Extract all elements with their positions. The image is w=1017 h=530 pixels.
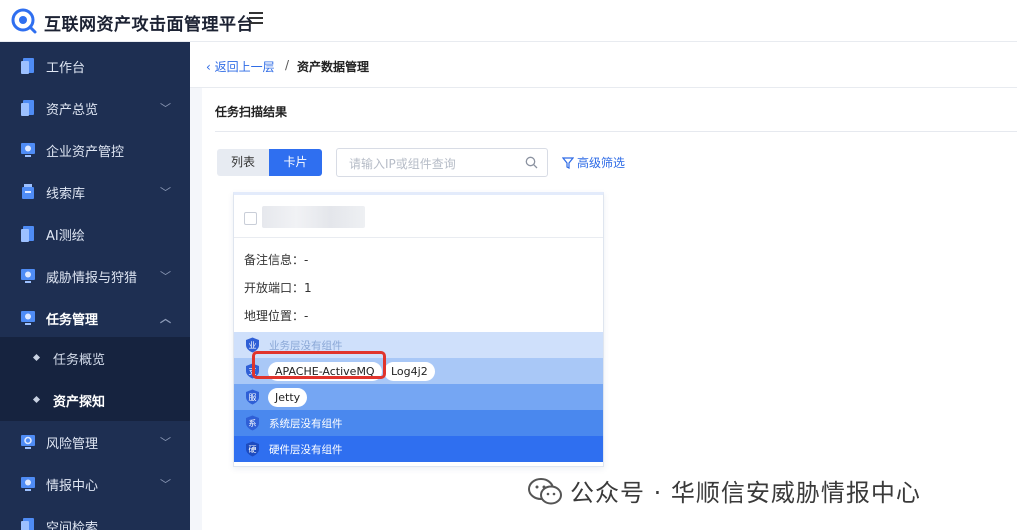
sidebar-item-label: 风险管理	[46, 437, 99, 452]
blurred-ip-address	[262, 206, 365, 228]
sidebar-item-asset-overview[interactable]: 资产总览 ﹀	[0, 87, 190, 129]
remark-row: 备注信息：-	[244, 251, 308, 268]
open-ports-value: 1	[304, 281, 312, 295]
geo-location-row: 地理位置：-	[244, 307, 308, 324]
layer-service: 服 Jetty	[234, 384, 603, 410]
sidebar-item-label: 空间检索	[46, 521, 99, 530]
filter-icon	[561, 157, 575, 169]
view-list-button[interactable]: 列表	[217, 149, 269, 176]
card-checkbox[interactable]	[244, 212, 257, 225]
back-link-label: 返回上一层	[214, 60, 275, 74]
divider	[215, 131, 1017, 132]
search-icon[interactable]	[525, 156, 538, 169]
sidebar-item-enterprise-assets[interactable]: 企业资产管控	[0, 129, 190, 171]
document-icon	[21, 58, 34, 74]
layer-text: 硬件层没有组件	[269, 444, 343, 456]
remark-label: 备注信息：	[244, 253, 305, 267]
document-icon	[21, 100, 34, 116]
sidebar-subitem-label: 资产探知	[53, 395, 106, 410]
top-bar: 互联网资产攻击面管理平台	[0, 0, 1017, 42]
chevron-down-icon: ﹀	[160, 102, 171, 115]
highlight-box	[252, 351, 386, 379]
component-chip[interactable]: Jetty	[268, 388, 308, 407]
sidebar-item-workbench[interactable]: 工作台	[0, 45, 190, 87]
watermark-text: 公众号 · 华顺信安威胁情报中心	[570, 479, 921, 507]
sidebar-item-label: 任务管理	[46, 313, 99, 328]
chevron-down-icon: ﹀	[160, 436, 171, 449]
sidebar: 工作台 资产总览 ﹀ 企业资产管控 线索库 ﹀ AI测绘 威胁情报与狩猎 ﹀ 任…	[0, 42, 190, 530]
monitor-icon	[21, 269, 35, 283]
monitor-icon	[21, 311, 35, 325]
open-ports-row: 开放端口：1	[244, 279, 312, 296]
document-icon	[21, 226, 34, 242]
search-field	[336, 148, 548, 177]
sidebar-subitem-asset-discovery[interactable]: 资产探知	[0, 379, 190, 421]
geo-location-label: 地理位置：	[244, 309, 305, 323]
chevron-down-icon: ﹀	[160, 270, 171, 283]
back-link[interactable]: ‹ 返回上一层	[206, 58, 275, 75]
monitor-icon	[21, 477, 35, 491]
component-chip[interactable]: Log4j2	[384, 362, 435, 381]
shield-icon: 服	[246, 389, 259, 405]
sidebar-subitem-label: 任务概览	[53, 353, 106, 368]
layer-system: 系 系统层没有组件	[234, 410, 603, 436]
sidebar-item-space-search[interactable]: 空间检索	[0, 505, 190, 530]
layer-text: 系统层没有组件	[269, 418, 343, 430]
layer-badge: 硬	[249, 445, 257, 454]
layer-badge: 服	[249, 393, 257, 402]
layer-hardware: 硬 硬件层没有组件	[234, 436, 603, 462]
wechat-icon	[528, 478, 562, 505]
panel-title: 任务扫描结果	[215, 105, 288, 119]
sidebar-subitem-task-overview[interactable]: 任务概览	[0, 337, 190, 379]
app-logo-icon	[11, 8, 37, 34]
sidebar-item-risk-management[interactable]: 风险管理 ﹀	[0, 421, 190, 463]
watermark: 公众号 · 华顺信安威胁情报中心	[528, 473, 921, 508]
sidebar-item-task-management[interactable]: 任务管理 ︿	[0, 297, 190, 339]
results-panel: 任务扫描结果 列表 卡片 高级筛选 备注信息：- 开放端口：1 地理位置：- 业…	[202, 88, 1017, 530]
geo-location-value: -	[304, 309, 309, 323]
view-card-button[interactable]: 卡片	[269, 149, 322, 176]
monitor-icon	[21, 143, 35, 157]
sidebar-item-intel-center[interactable]: 情报中心 ﹀	[0, 463, 190, 505]
sidebar-item-label: 线索库	[46, 187, 86, 202]
app-title: 互联网资产攻击面管理平台	[44, 15, 254, 35]
sidebar-item-ai-mapping[interactable]: AI测绘	[0, 213, 190, 255]
chevron-up-icon: ︿	[160, 312, 171, 325]
asset-card: 备注信息：- 开放端口：1 地理位置：- 业 业务层没有组件 支 APACHE-…	[233, 192, 604, 467]
shield-icon: 系	[246, 415, 259, 431]
sidebar-item-label: 企业资产管控	[46, 145, 125, 160]
breadcrumb-current: 资产数据管理	[297, 60, 370, 74]
breadcrumb-separator: /	[285, 58, 290, 72]
layer-badge: 系	[249, 418, 257, 428]
search-input[interactable]	[347, 154, 521, 174]
sidebar-item-label: 情报中心	[46, 479, 99, 494]
bullet-icon	[32, 395, 41, 404]
advanced-filter-label: 高级筛选	[577, 156, 626, 170]
menu-toggle-icon[interactable]	[249, 12, 263, 26]
stack-icon	[22, 184, 34, 199]
chevron-down-icon: ﹀	[160, 478, 171, 491]
sidebar-item-clue-library[interactable]: 线索库 ﹀	[0, 171, 190, 213]
remark-value: -	[304, 253, 309, 267]
sidebar-item-label: 资产总览	[46, 103, 99, 118]
breadcrumb: ‹ 返回上一层 / 资产数据管理	[190, 42, 1017, 88]
task-submenu: 任务概览 资产探知	[0, 337, 190, 421]
open-ports-label: 开放端口：	[244, 281, 305, 295]
sidebar-item-label: 工作台	[46, 61, 86, 76]
chevron-down-icon: ﹀	[160, 186, 171, 199]
sidebar-item-threat-intel[interactable]: 威胁情报与狩猎 ﹀	[0, 255, 190, 297]
sidebar-item-label: AI测绘	[46, 229, 85, 244]
divider	[234, 237, 603, 238]
bullet-icon	[32, 353, 41, 362]
document-icon	[21, 518, 34, 530]
sidebar-item-label: 威胁情报与狩猎	[46, 271, 138, 286]
shield-icon: 硬	[246, 441, 259, 457]
layer-badge: 业	[249, 340, 257, 350]
gear-icon	[21, 435, 35, 449]
advanced-filter-button[interactable]: 高级筛选	[561, 154, 626, 171]
